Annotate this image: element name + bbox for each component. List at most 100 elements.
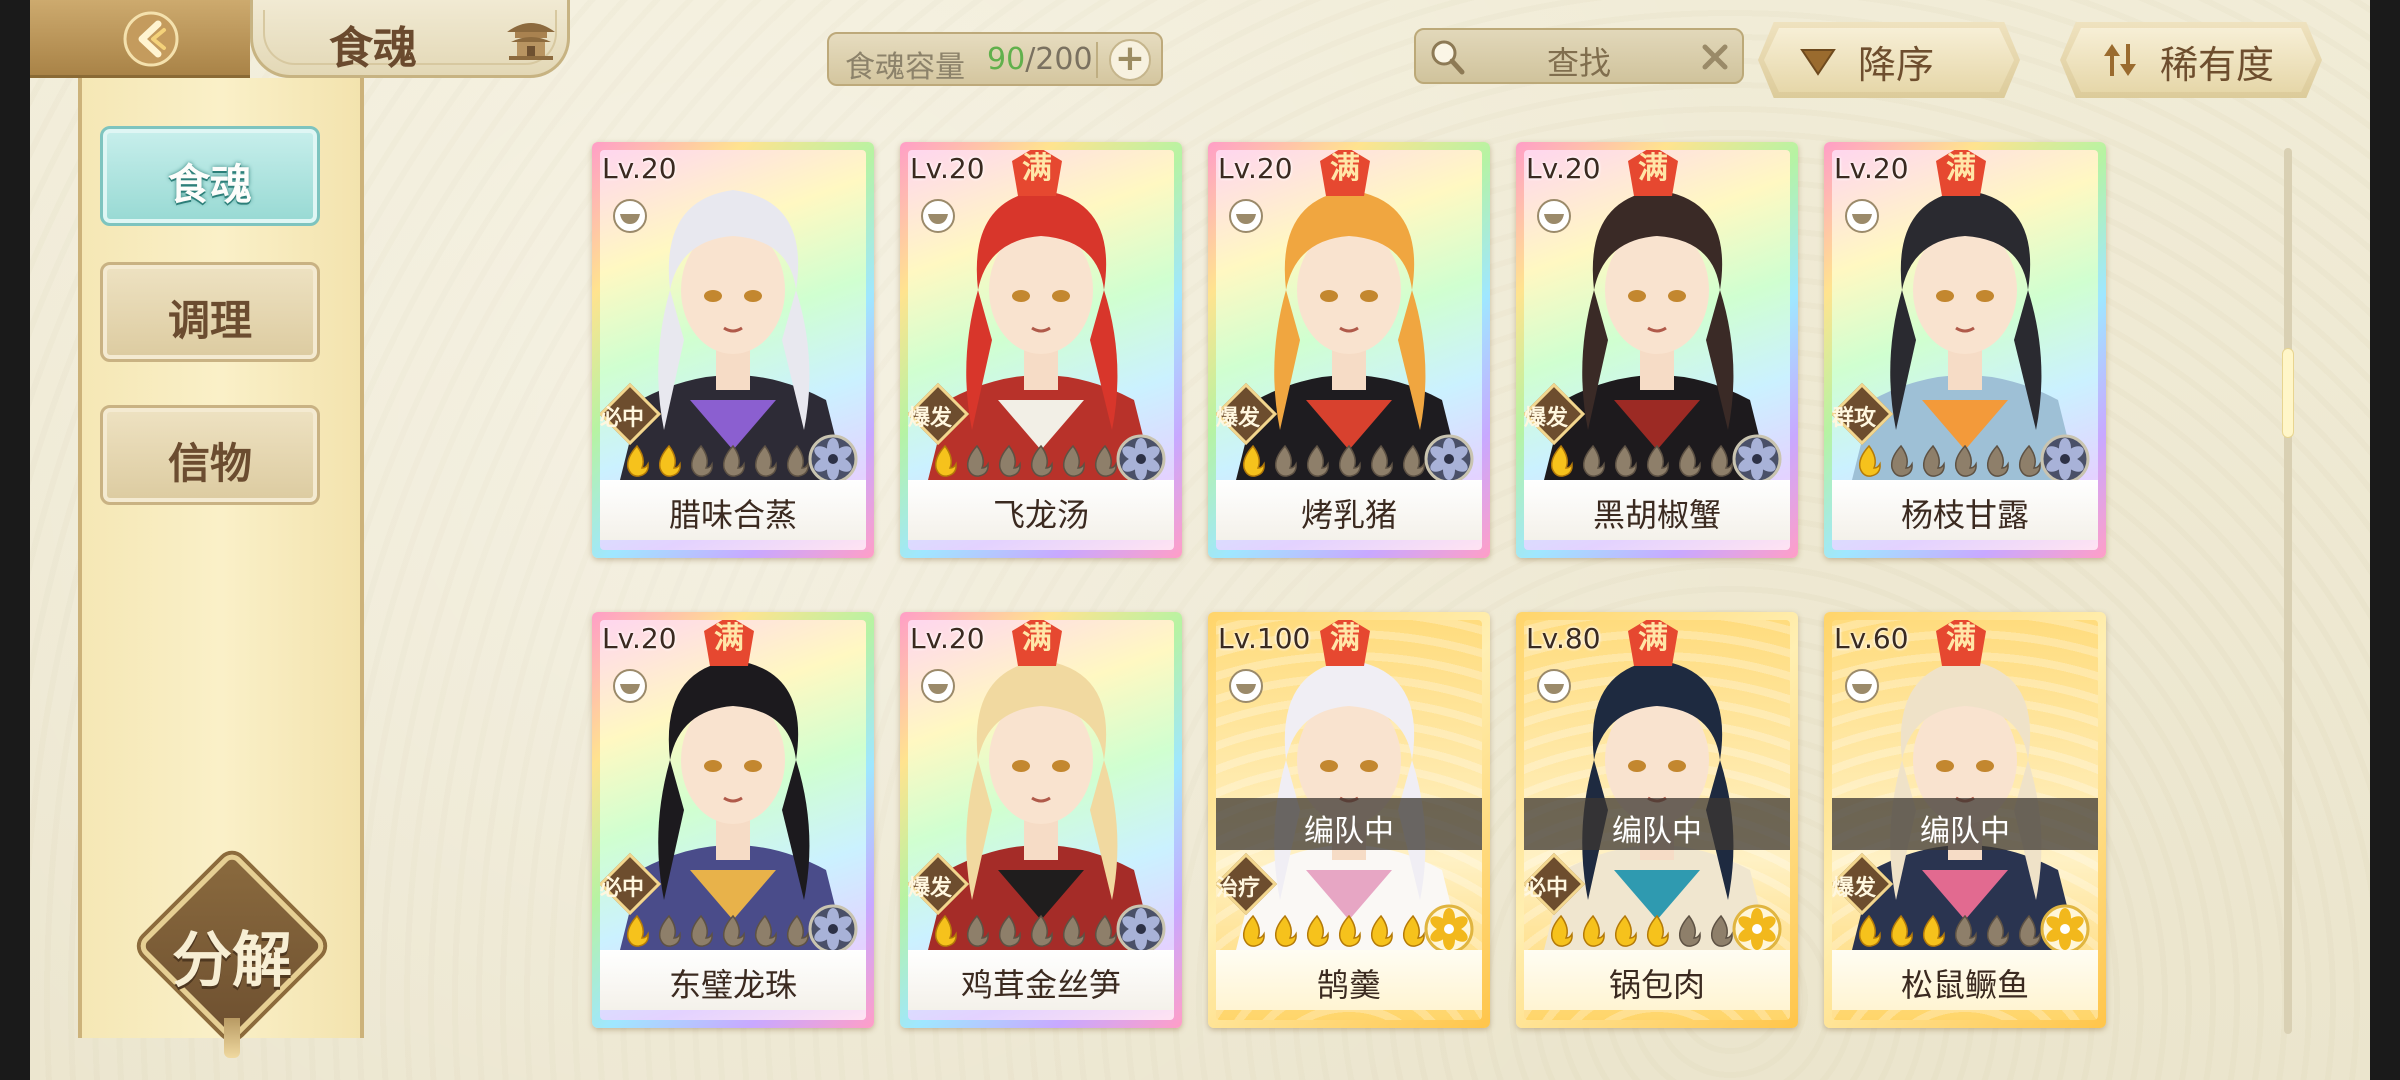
food-soul-card[interactable]: Lv.20 必中 腊味合蒸 <box>592 142 874 558</box>
role-label: 爆发 <box>1832 876 1877 901</box>
food-soul-card[interactable]: Lv.20 满爆发飞龙汤 <box>900 142 1182 558</box>
role-badge: 爆发 <box>908 378 974 450</box>
role-label: 必中 <box>600 876 645 901</box>
flame-star-icon <box>1986 914 2009 947</box>
tab-tokens[interactable]: 信物 <box>100 405 320 505</box>
back-tab <box>30 0 250 78</box>
flame-star-icon <box>1370 914 1393 947</box>
tab-cooking[interactable]: 调理 <box>100 262 320 362</box>
dark-flower-icon <box>1424 434 1474 484</box>
card-level: Lv.20 <box>1526 152 1601 185</box>
flame-star-icon <box>1614 914 1637 947</box>
bowl-icon <box>613 199 647 233</box>
food-soul-card[interactable]: Lv.20 满爆发黑胡椒蟹 <box>1516 142 1798 558</box>
capacity-separator: / <box>1025 42 1036 77</box>
card-face: Lv.20 满爆发黑胡椒蟹 <box>1524 150 1790 550</box>
max-level-badge: 满 <box>1936 620 1986 666</box>
tab-food-souls[interactable]: 食魂 <box>100 126 320 226</box>
flame-star-icon <box>690 914 713 947</box>
search-icon <box>1431 40 1465 75</box>
star-rating <box>622 444 812 478</box>
in-team-label: 编队中 <box>1612 814 1702 849</box>
bowl-icon <box>1229 199 1263 233</box>
card-level: Lv.60 <box>1834 622 1909 655</box>
flame-star-icon <box>1550 444 1573 477</box>
flame-star-icon <box>1858 444 1881 477</box>
flame-star-icon <box>1922 444 1945 477</box>
home-button[interactable] <box>501 12 561 68</box>
flame-star-icon <box>626 444 649 477</box>
max-level-badge: 满 <box>1628 150 1678 196</box>
role-label: 必中 <box>600 406 645 431</box>
food-soul-card[interactable]: Lv.80 满编队中 必中 锅包肉 <box>1516 612 1798 1028</box>
card-name: 鸡茸金丝笋 <box>960 966 1121 1004</box>
food-soul-card[interactable]: Lv.20 满群攻 杨枝甘露 <box>1824 142 2106 558</box>
flame-star-icon <box>1678 444 1701 477</box>
capacity-current: 90 <box>987 42 1026 77</box>
dark-flower-icon <box>2040 434 2090 484</box>
capacity-add-button[interactable]: + <box>1109 39 1151 81</box>
sort-arrows-icon <box>2104 44 2136 76</box>
in-team-banner: 编队中 <box>1832 798 2098 850</box>
close-icon[interactable] <box>1698 40 1732 74</box>
star-rating <box>1854 914 2044 948</box>
name-bar: 黑胡椒蟹 <box>1524 480 1790 540</box>
sort-order-button[interactable]: 降序 <box>1758 22 2020 98</box>
role-label: 爆发 <box>1216 406 1261 431</box>
decompose-button[interactable]: 分解 <box>135 849 329 1058</box>
tab-label: 调理 <box>167 296 252 345</box>
role-badge: 爆发 <box>1524 378 1590 450</box>
card-level: Lv.20 <box>910 622 985 655</box>
card-face: Lv.100 满编队中 治疗 鹄羹 <box>1216 620 1482 1020</box>
search-input[interactable]: 查找 <box>1414 28 1744 84</box>
capacity-label: 食魂容量 <box>845 50 965 85</box>
flame-star-icon <box>690 444 713 477</box>
sort-by-button[interactable]: 稀有度 <box>2060 22 2322 98</box>
bowl-icon <box>921 669 955 703</box>
flame-star-icon <box>1242 444 1265 477</box>
food-soul-card[interactable]: Lv.20 满爆发 鸡茸金丝笋 <box>900 612 1182 1028</box>
food-soul-card[interactable]: Lv.20 满必中 东璧龙珠 <box>592 612 874 1028</box>
card-name: 飞龙汤 <box>992 496 1089 534</box>
flame-star-icon <box>1306 444 1329 477</box>
role-label: 爆发 <box>1524 406 1569 431</box>
page-title: 食魂 <box>329 23 417 74</box>
card-name: 黑胡椒蟹 <box>1592 496 1721 534</box>
game-screen: 食魂 食魂容量 90/200 + 查找 降序 稀有度 食魂 调理 信物 分解 L… <box>30 0 2370 1080</box>
scrollbar-thumb[interactable] <box>2282 348 2294 438</box>
decompose-label: 分解 <box>172 926 292 996</box>
capacity-max: 200 <box>1035 42 1093 77</box>
gold-flower-icon <box>1732 904 1782 954</box>
food-soul-card[interactable]: Lv.100 满编队中 治疗 鹄羹 <box>1208 612 1490 1028</box>
flame-star-icon <box>658 444 681 477</box>
flame-star-icon <box>998 444 1021 477</box>
max-level-badge: 满 <box>1012 150 1062 196</box>
food-soul-card[interactable]: Lv.60 满编队中 爆发 松鼠鳜鱼 <box>1824 612 2106 1028</box>
tab-label: 信物 <box>167 439 252 488</box>
star-rating <box>930 914 1120 948</box>
flame-star-icon <box>966 914 989 947</box>
name-bar: 烤乳猪 <box>1216 480 1482 540</box>
card-name: 锅包肉 <box>1608 966 1705 1004</box>
card-face: Lv.20 满必中 东璧龙珠 <box>600 620 866 1020</box>
flame-star-icon <box>1370 444 1393 477</box>
bowl-icon <box>1229 669 1263 703</box>
flame-star-icon <box>722 444 745 477</box>
flame-star-icon <box>1550 914 1573 947</box>
dark-flower-icon <box>1116 904 1166 954</box>
card-level: Lv.20 <box>602 622 677 655</box>
card-level: Lv.20 <box>910 152 985 185</box>
flame-star-icon <box>998 914 1021 947</box>
flame-star-icon <box>1030 444 1053 477</box>
scrollbar[interactable] <box>2282 148 2294 1034</box>
dark-flower-icon <box>1116 434 1166 484</box>
food-soul-card[interactable]: Lv.20 满爆发 烤乳猪 <box>1208 142 1490 558</box>
flame-star-icon <box>1242 914 1265 947</box>
flame-star-icon <box>1030 914 1053 947</box>
flame-star-icon <box>1922 914 1945 947</box>
card-face: Lv.20 必中 腊味合蒸 <box>600 150 866 550</box>
card-face: Lv.20 满爆发 烤乳猪 <box>1216 150 1482 550</box>
back-button[interactable] <box>120 8 182 70</box>
card-face: Lv.20 满群攻 杨枝甘露 <box>1832 150 2098 550</box>
card-name: 腊味合蒸 <box>668 496 797 534</box>
